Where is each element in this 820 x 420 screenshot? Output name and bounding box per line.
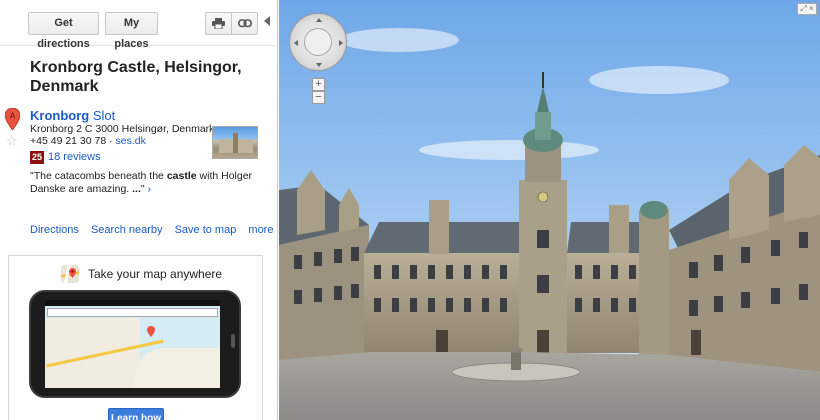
zagat-score-badge: 25 <box>30 151 44 164</box>
place-name-rest: Slot <box>89 108 116 123</box>
right-tower <box>639 210 669 355</box>
top-toolbar: Get directions My places <box>0 0 277 50</box>
place-phone: +45 49 21 30 78 <box>30 135 107 147</box>
phone-image <box>29 290 241 398</box>
place-actions: Directions Search nearby Save to map mor… <box>30 224 277 236</box>
fountain-column <box>511 350 521 370</box>
separator: · <box>106 135 116 147</box>
place-contact-row: +45 49 21 30 78 · ses.dk <box>30 135 146 147</box>
map-marker-icon[interactable]: A <box>5 108 20 130</box>
right-gable <box>609 205 629 253</box>
clock-tower-spire-tip <box>542 72 544 88</box>
snippet-text-before: "The catacombs beneath the <box>30 170 167 182</box>
left-panel: Get directions My places Kronborg Castle… <box>0 0 278 420</box>
right-tower-dome <box>640 201 668 219</box>
promo-title: Take your map anywhere <box>88 267 223 281</box>
phone-map-pin-icon <box>147 326 155 337</box>
snippet-bold: castle <box>166 170 197 182</box>
my-places-button[interactable]: My places <box>105 12 158 50</box>
marker-letter: A <box>10 112 16 121</box>
save-to-map-link[interactable]: Save to map <box>175 224 237 236</box>
print-icon <box>212 18 225 30</box>
phone-side-button <box>231 334 235 348</box>
place-title: Kronborg Castle, Helsingor, Denmark <box>30 59 242 95</box>
star-icon[interactable]: ☆ <box>6 134 18 148</box>
collapse-left-icon[interactable] <box>264 16 270 26</box>
pan-control-center[interactable] <box>304 28 332 56</box>
pan-left-icon[interactable] <box>294 40 298 46</box>
pan-down-icon[interactable] <box>316 63 322 67</box>
link-icon <box>237 19 252 28</box>
get-directions-button[interactable]: Get directions <box>28 12 99 50</box>
pan-control[interactable] <box>289 13 347 71</box>
pan-up-icon[interactable] <box>316 18 322 22</box>
link-button[interactable] <box>231 12 258 35</box>
phone-map-land <box>135 348 220 388</box>
place-address: Kronborg 2 C 3000 Helsingør, Denmark <box>30 123 215 135</box>
phone-search-bar <box>47 308 218 317</box>
pan-right-icon[interactable] <box>339 40 343 46</box>
zoom-in-button[interactable]: + <box>312 78 325 91</box>
place-name-link[interactable]: Kronborg Slot <box>30 108 115 123</box>
fullscreen-close-button[interactable]: ⤢ × <box>797 3 817 15</box>
thumbnail-tower <box>233 133 238 153</box>
search-nearby-link[interactable]: Search nearby <box>91 224 163 236</box>
place-photo-thumbnail[interactable] <box>212 126 258 159</box>
directions-link[interactable]: Directions <box>30 224 79 236</box>
castle-courtyard-image <box>279 0 820 420</box>
central-gable <box>429 200 449 254</box>
print-button[interactable] <box>205 12 232 35</box>
learn-how-button[interactable]: Learn how <box>108 408 164 420</box>
clock-tower-body <box>519 180 567 355</box>
place-name-bold: Kronborg <box>30 108 90 123</box>
review-snippet: "The catacombs beneath the castle with H… <box>30 170 255 196</box>
street-view-panorama[interactable]: + − ⤢ × <box>279 0 820 420</box>
google-maps-icon <box>61 265 79 283</box>
fountain-top <box>509 347 523 353</box>
place-website-link[interactable]: ses.dk <box>116 135 146 147</box>
phone-screen <box>45 300 220 388</box>
more-dropdown[interactable]: more <box>248 224 277 236</box>
snippet-more-link[interactable]: › <box>145 183 152 195</box>
phone-map-land <box>45 318 140 388</box>
more-label: more <box>248 224 274 236</box>
phone-status-bar <box>45 300 220 306</box>
snippet-ellipsis: ... <box>132 183 141 195</box>
mobile-promo-card: Take your map anywhere Learn how <box>8 255 263 420</box>
reviews-link[interactable]: 18 reviews <box>48 151 101 163</box>
clock-tower-lantern <box>535 112 551 140</box>
zoom-out-button[interactable]: − <box>312 91 325 104</box>
clock-face <box>537 191 549 203</box>
